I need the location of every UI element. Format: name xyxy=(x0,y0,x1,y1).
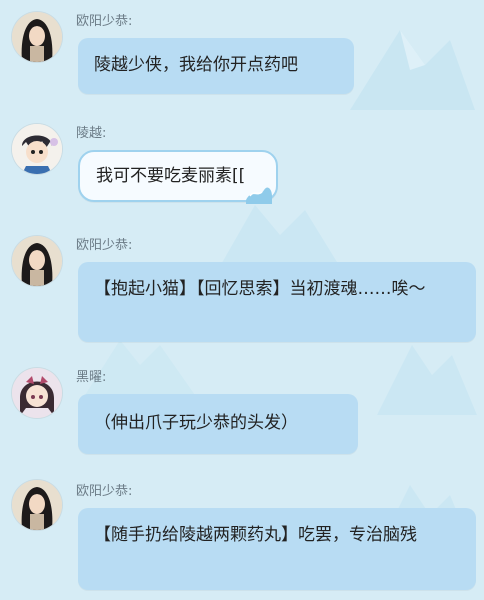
sender-name: 欧阳少恭: xyxy=(76,14,133,29)
message-bubble: 我可不要吃麦丽素[[ xyxy=(78,150,278,204)
background-wave-decor xyxy=(350,30,475,110)
avatar[interactable] xyxy=(12,368,62,418)
message-text: （伸出爪子玩少恭的头发） xyxy=(94,413,298,433)
background-wave-decor xyxy=(377,345,477,415)
chibi-boy-portrait-icon xyxy=(12,124,62,174)
message-bubble: 陵越少侠，我给你开点药吧 xyxy=(78,38,354,94)
sender-name: 欧阳少恭: xyxy=(76,484,133,499)
avatar[interactable] xyxy=(12,124,62,174)
long-hair-portrait-icon xyxy=(12,12,62,62)
avatar[interactable] xyxy=(12,12,62,62)
message-text: 【抱起小猫】【回忆思索】当初渡魂……唉～ xyxy=(94,279,426,299)
chibi-girl-portrait-icon xyxy=(12,368,62,418)
message-text: 【随手扔给陵越两颗药丸】吃罢，专治脑残 xyxy=(94,525,417,545)
wave-decoration-icon xyxy=(246,187,272,204)
avatar[interactable] xyxy=(12,480,62,530)
sender-name: 黑曜: xyxy=(76,370,107,385)
avatar[interactable] xyxy=(12,236,62,286)
long-hair-portrait-icon xyxy=(12,480,62,530)
message-text: 陵越少侠，我给你开点药吧 xyxy=(94,55,298,75)
message-bubble: （伸出爪子玩少恭的头发） xyxy=(78,394,358,454)
message-bubble: 【随手扔给陵越两颗药丸】吃罢，专治脑残 xyxy=(78,508,476,590)
sender-name: 欧阳少恭: xyxy=(76,238,133,253)
message-text: 我可不要吃麦丽素[[ xyxy=(96,166,246,186)
long-hair-portrait-icon xyxy=(12,236,62,286)
message-bubble: 【抱起小猫】【回忆思索】当初渡魂……唉～ xyxy=(78,262,476,342)
sender-name: 陵越: xyxy=(76,126,107,141)
